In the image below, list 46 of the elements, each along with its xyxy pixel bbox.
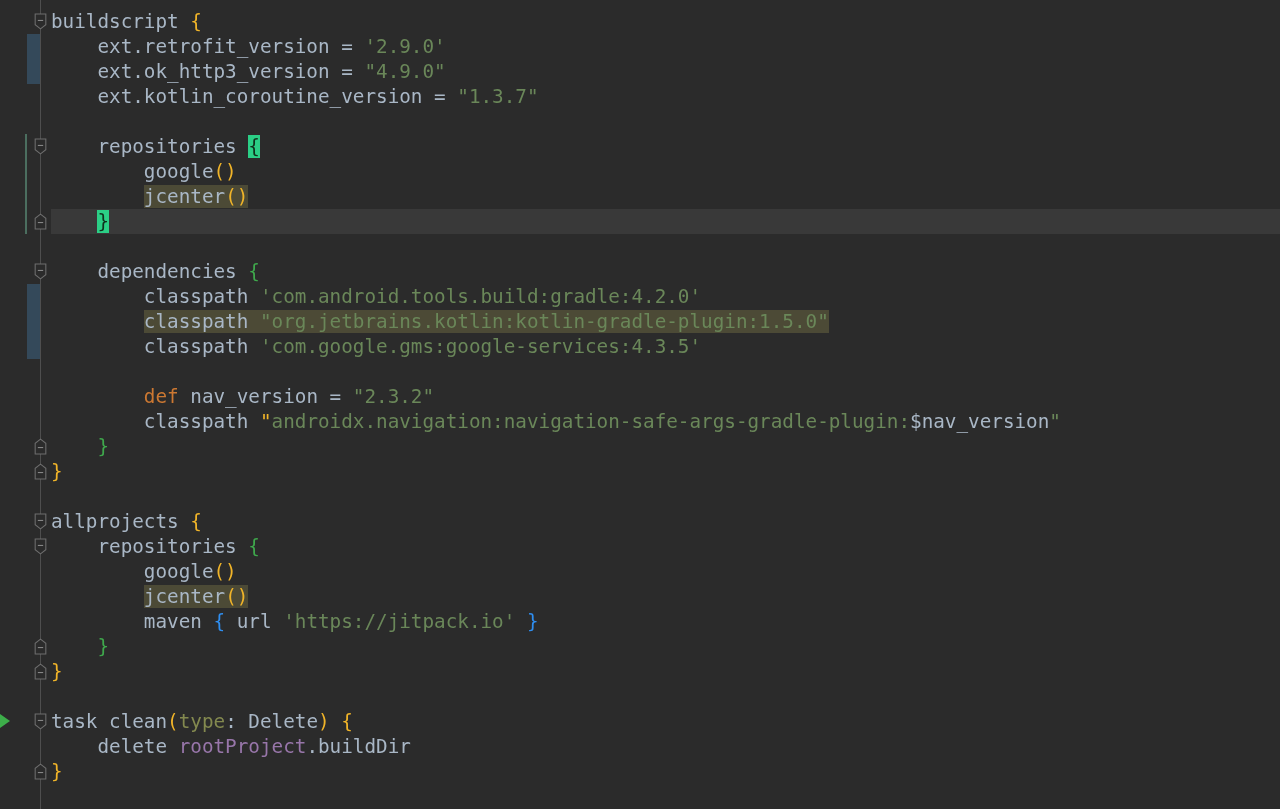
- code-line: jcenter(): [143, 584, 249, 609]
- code-line: }: [97, 634, 110, 659]
- code-line: google(): [143, 159, 237, 184]
- code-line: dependencies {: [97, 259, 260, 284]
- change-marker[interactable]: [25, 159, 27, 184]
- code-line: }: [51, 659, 63, 684]
- change-marker[interactable]: [27, 59, 40, 84]
- fold-collapse-icon[interactable]: [34, 713, 47, 730]
- code-line: ext.retrofit_version = '2.9.0': [97, 34, 446, 59]
- code-line: classpath "androidx.navigation:navigation-safe-args-gradle-plugin:$nav_version": [143, 409, 1061, 434]
- change-marker[interactable]: [27, 34, 40, 59]
- fold-collapse-icon[interactable]: [34, 263, 47, 280]
- code-line: }: [51, 459, 63, 484]
- fold-collapse-icon[interactable]: [34, 538, 47, 555]
- fold-collapse-icon[interactable]: [34, 138, 47, 155]
- change-marker[interactable]: [27, 334, 40, 359]
- code-line: ext.ok_http3_version = "4.9.0": [97, 59, 446, 84]
- code-line: task clean(type: Delete) {: [51, 709, 353, 734]
- code-line: classpath 'com.android.tools.build:gradle:4.2.0': [143, 284, 702, 309]
- code-line: classpath 'com.google.gms:google-services:4.3.5': [143, 334, 702, 359]
- fold-collapse-icon[interactable]: [34, 13, 47, 30]
- run-icon[interactable]: [0, 714, 10, 728]
- code-line: delete rootProject.buildDir: [97, 734, 411, 759]
- code-line: allprojects {: [51, 509, 202, 534]
- code-line: repositories {: [97, 534, 260, 559]
- code-line: }: [51, 759, 63, 784]
- change-marker[interactable]: [25, 134, 27, 159]
- fold-end-icon[interactable]: [34, 438, 47, 455]
- fold-end-icon[interactable]: [34, 463, 47, 480]
- change-marker[interactable]: [25, 184, 27, 209]
- code-line: }: [97, 434, 110, 459]
- code-line: google(): [143, 559, 237, 584]
- fold-collapse-icon[interactable]: [34, 513, 47, 530]
- fold-end-icon[interactable]: [34, 763, 47, 780]
- code-line: maven { url 'https://jitpack.io' }: [143, 609, 539, 634]
- code-line: classpath "org.jetbrains.kotlin:kotlin-gradle-plugin:1.5.0": [143, 309, 829, 334]
- code-line: def nav_version = "2.3.2": [143, 384, 435, 409]
- fold-end-icon[interactable]: [34, 663, 47, 680]
- code-line: buildscript {: [51, 9, 202, 34]
- fold-end-icon[interactable]: [34, 638, 47, 655]
- code-line: repositories {: [97, 134, 260, 159]
- code-line: jcenter(): [143, 184, 249, 209]
- fold-end-icon[interactable]: [34, 213, 47, 230]
- code-line: ext.kotlin_coroutine_version = "1.3.7": [97, 84, 539, 109]
- change-marker[interactable]: [27, 284, 40, 309]
- change-marker[interactable]: [25, 209, 27, 234]
